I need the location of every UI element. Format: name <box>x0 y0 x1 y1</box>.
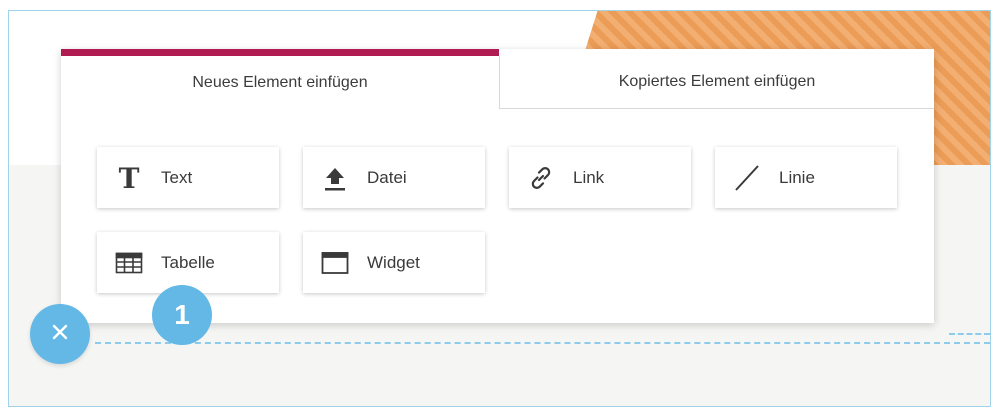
insert-table-button[interactable]: Tabelle <box>97 232 279 293</box>
tab-label: Neues Element einfügen <box>192 73 368 91</box>
step-number: 1 <box>174 299 190 330</box>
insert-element-panel: Neues Element einfügen Kopiertes Element… <box>61 49 934 323</box>
tile-label: Text <box>161 167 193 187</box>
close-button[interactable] <box>30 304 90 364</box>
line-icon <box>733 164 761 192</box>
tile-label: Tabelle <box>161 252 215 272</box>
widget-icon <box>321 249 349 277</box>
step-number-badge: 1 <box>152 285 212 345</box>
close-icon <box>51 323 69 346</box>
insert-widget-button[interactable]: Widget <box>303 232 485 293</box>
upload-icon <box>321 164 349 192</box>
insert-link-button[interactable]: Link <box>509 147 691 208</box>
dashed-guide-line <box>949 333 990 335</box>
insert-line-button[interactable]: Linie <box>715 147 897 208</box>
tile-label: Linie <box>779 167 815 187</box>
table-icon <box>115 249 143 277</box>
svg-text:T: T <box>119 164 140 192</box>
insert-text-button[interactable]: T Text <box>97 147 279 208</box>
insert-file-button[interactable]: Datei <box>303 147 485 208</box>
tab-copied-element[interactable]: Kopiertes Element einfügen <box>499 56 934 109</box>
tab-label: Kopiertes Element einfügen <box>618 73 816 90</box>
tab-new-element[interactable]: Neues Element einfügen <box>61 49 499 109</box>
tab-bar: Neues Element einfügen Kopiertes Element… <box>61 49 934 109</box>
link-icon <box>527 164 555 192</box>
dashed-guide-line <box>95 342 990 344</box>
tile-label: Link <box>573 167 605 187</box>
tile-label: Datei <box>367 167 407 187</box>
tile-label: Widget <box>367 252 420 272</box>
text-icon: T <box>115 164 143 192</box>
